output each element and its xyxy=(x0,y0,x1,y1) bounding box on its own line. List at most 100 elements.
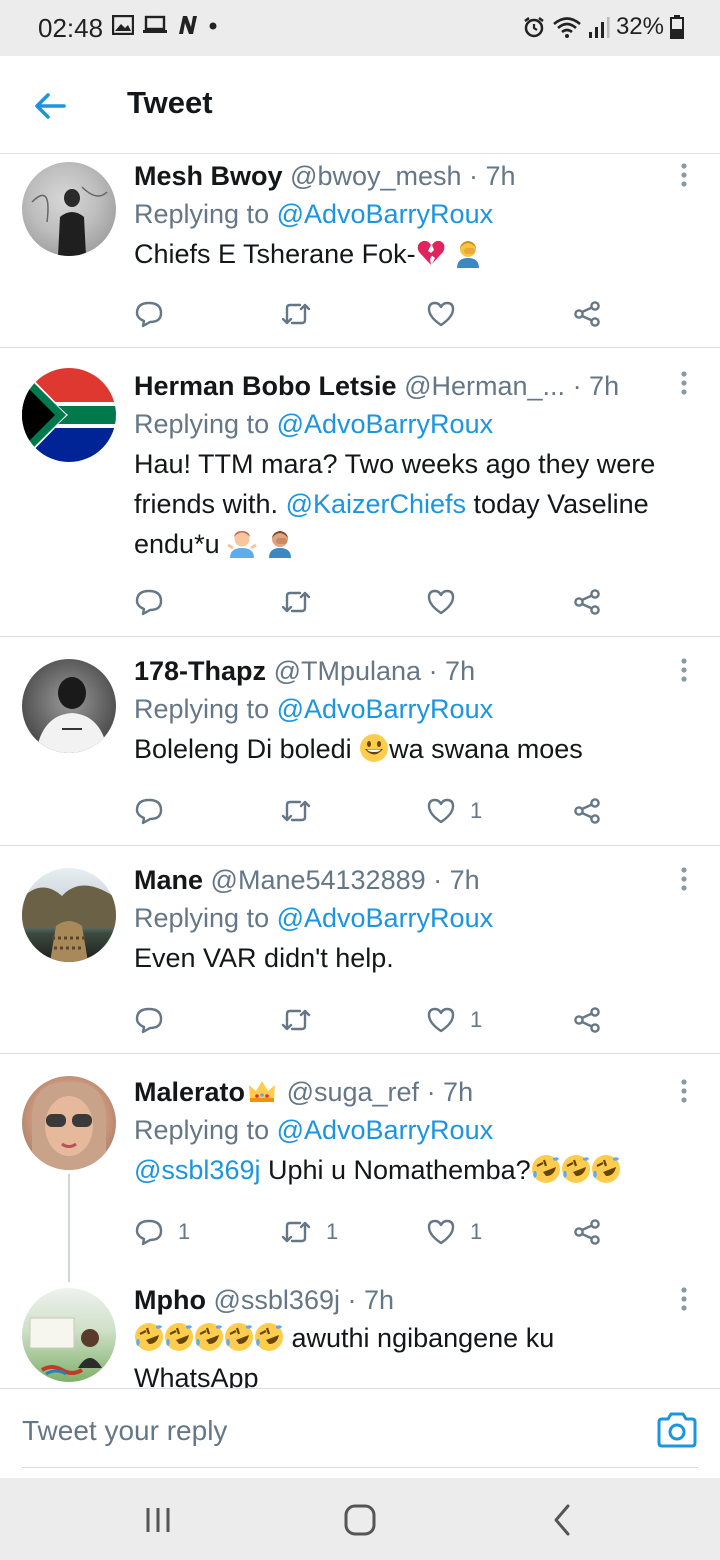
more-options-icon[interactable] xyxy=(674,864,694,894)
reply-feed[interactable]: Mesh Bwoy @bwoy_mesh · 7h Replying to @A… xyxy=(0,154,720,1388)
author-handle[interactable]: @bwoy_mesh xyxy=(290,161,461,191)
tweet-time: · 7h xyxy=(428,656,476,686)
heart-icon xyxy=(427,1007,455,1033)
retweet-button[interactable] xyxy=(280,791,326,831)
replying-to-link[interactable]: @AdvoBarryRoux xyxy=(277,1115,494,1145)
tweet-item[interactable]: 178-Thapz @TMpulana · 7h Replying to @Ad… xyxy=(0,637,720,846)
reply-button[interactable]: 1 xyxy=(134,1212,190,1252)
tweet-item[interactable]: Malerato @suga_ref · 7h Replying to @Adv… xyxy=(0,1054,720,1282)
rolling-laughing-emoji xyxy=(135,1323,163,1351)
more-options-icon[interactable] xyxy=(674,1284,694,1314)
replying-to: Replying to @AdvoBarryRoux xyxy=(134,194,676,234)
avatar[interactable] xyxy=(22,868,116,962)
reply-button[interactable] xyxy=(134,294,178,334)
battery-icon xyxy=(670,15,684,39)
share-icon xyxy=(574,798,600,824)
tweet-meta: Mane @Mane54132889 · 7h xyxy=(134,862,676,898)
more-options-icon[interactable] xyxy=(674,368,694,398)
like-button[interactable]: 1 xyxy=(426,1212,482,1252)
retweet-icon xyxy=(281,591,311,613)
tweet-meta: Mesh Bwoy @bwoy_mesh · 7h xyxy=(134,158,676,194)
share-button[interactable] xyxy=(572,1212,602,1252)
tweet-item[interactable]: Herman Bobo Letsie @Herman_... · 7h Repl… xyxy=(0,348,720,637)
share-icon xyxy=(574,301,600,327)
share-icon xyxy=(574,1219,600,1245)
share-button[interactable] xyxy=(572,582,602,622)
share-button[interactable] xyxy=(572,791,602,831)
author-handle[interactable]: @TMpulana xyxy=(274,656,421,686)
back-icon[interactable] xyxy=(542,1500,582,1540)
home-icon[interactable] xyxy=(340,1500,380,1540)
replying-to-link[interactable]: @AdvoBarryRoux xyxy=(277,409,494,439)
tweet-text: Even VAR didn't help. xyxy=(134,943,394,973)
like-count: 1 xyxy=(470,798,483,823)
retweet-button[interactable] xyxy=(280,582,326,622)
like-button[interactable] xyxy=(426,582,470,622)
reply-button[interactable] xyxy=(134,1000,178,1040)
replying-to: Replying to @AdvoBarryRoux xyxy=(134,898,676,938)
person-facepalming-emoji xyxy=(457,241,480,268)
more-options-icon[interactable] xyxy=(674,655,694,685)
like-button[interactable]: 1 xyxy=(426,791,482,831)
author-name[interactable]: Mpho xyxy=(134,1285,206,1315)
retweet-button[interactable] xyxy=(280,294,326,334)
arrow-left-icon[interactable] xyxy=(30,86,70,126)
reply-button[interactable] xyxy=(134,582,178,622)
replying-prefix: Replying to xyxy=(134,903,277,933)
heart-icon xyxy=(427,301,455,327)
author-name[interactable]: Malerato xyxy=(134,1077,245,1107)
author-name[interactable]: Mesh Bwoy xyxy=(134,161,283,191)
reply-button[interactable] xyxy=(134,791,178,831)
tweet-item[interactable]: Mpho @ssbl369j · 7h awuthi ngibangene ku… xyxy=(0,1266,720,1388)
share-button[interactable] xyxy=(572,1000,602,1040)
author-handle[interactable]: @Herman_... xyxy=(404,371,565,401)
tweet-text-part: Boleleng Di boledi xyxy=(134,734,360,764)
avatar-photo xyxy=(31,186,108,256)
replying-to-link[interactable]: @AdvoBarryRoux xyxy=(277,694,494,724)
replying-to-link[interactable]: @AdvoBarryRoux xyxy=(277,903,494,933)
author-handle[interactable]: @ssbl369j xyxy=(214,1285,340,1315)
recent-apps-icon[interactable] xyxy=(138,1500,178,1540)
more-options-icon[interactable] xyxy=(674,1076,694,1106)
system-nav-bar xyxy=(0,1478,720,1560)
replying-to-link[interactable]: @AdvoBarryRoux xyxy=(277,199,494,229)
like-button[interactable]: 1 xyxy=(426,1000,482,1040)
tweet-meta: Malerato @suga_ref · 7h xyxy=(134,1074,676,1110)
tweet-meta: 178-Thapz @TMpulana · 7h xyxy=(134,653,676,689)
author-name[interactable]: Herman Bobo Letsie xyxy=(134,371,397,401)
tweet-time: · 7h xyxy=(469,161,516,191)
tweet-time: · 7h xyxy=(572,371,620,401)
heart-icon xyxy=(427,1219,455,1245)
rolling-laughing-emoji xyxy=(225,1323,253,1351)
person-shrugging-emoji xyxy=(227,531,257,558)
more-options-icon[interactable] xyxy=(674,160,694,190)
tweet-item[interactable]: Mane @Mane54132889 · 7h Replying to @Adv… xyxy=(0,846,720,1054)
camera-icon[interactable] xyxy=(656,1411,698,1449)
tweet-actions xyxy=(134,294,614,334)
reply-icon xyxy=(135,1219,163,1246)
avatar[interactable] xyxy=(22,368,116,462)
mention-link[interactable]: @KaizerChiefs xyxy=(286,489,466,519)
like-button[interactable] xyxy=(426,294,470,334)
south-africa-flag-avatar xyxy=(22,368,116,462)
share-button[interactable] xyxy=(572,294,602,334)
avatar[interactable] xyxy=(22,162,116,256)
retweet-button[interactable]: 1 xyxy=(280,1212,338,1252)
replying-prefix: Replying to xyxy=(134,1115,277,1145)
page-title: Tweet xyxy=(127,85,213,120)
avatar[interactable] xyxy=(22,659,116,753)
reply-input[interactable] xyxy=(22,1405,602,1457)
retweet-button[interactable] xyxy=(280,1000,326,1040)
wifi-icon xyxy=(553,17,581,38)
tweet-item[interactable]: Mesh Bwoy @bwoy_mesh · 7h Replying to @A… xyxy=(0,154,720,348)
mention-link[interactable]: @ssbl369j xyxy=(134,1155,260,1185)
author-name[interactable]: Mane xyxy=(134,865,203,895)
reply-divider xyxy=(22,1467,698,1468)
avatar[interactable] xyxy=(22,1288,116,1382)
replying-to: Replying to @AdvoBarryRoux xyxy=(134,404,676,444)
author-handle[interactable]: @Mane54132889 xyxy=(211,865,426,895)
rolling-laughing-emoji xyxy=(195,1323,223,1351)
author-handle[interactable]: @suga_ref xyxy=(287,1077,419,1107)
author-name[interactable]: 178-Thapz xyxy=(134,656,266,686)
avatar[interactable] xyxy=(22,1076,116,1170)
